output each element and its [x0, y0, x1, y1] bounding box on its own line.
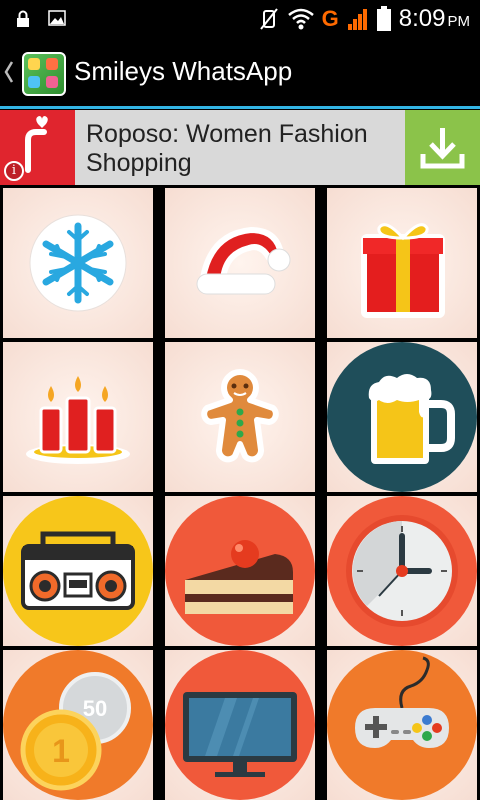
- vibrate-muted-icon: [259, 8, 278, 30]
- signal-icon: [347, 9, 367, 30]
- app-logo-icon[interactable]: [22, 52, 66, 96]
- lock-icon: [17, 10, 29, 27]
- beer-mug-icon: [327, 342, 477, 492]
- tv-monitor-icon: [165, 650, 315, 800]
- network-type-label: G: [321, 6, 339, 31]
- grid-item-game-controller[interactable]: [327, 650, 477, 800]
- boombox-icon: [3, 496, 153, 646]
- action-bar: Smileys WhatsApp: [0, 38, 480, 108]
- grid-item-beer[interactable]: [327, 342, 477, 492]
- download-icon: [420, 128, 465, 169]
- grid-item-cake[interactable]: [165, 496, 315, 646]
- clock-icon: [327, 496, 477, 646]
- candles-icon: [26, 376, 130, 464]
- grid-item-snowflake[interactable]: [3, 188, 153, 338]
- page-title: Smileys WhatsApp: [74, 56, 293, 86]
- ad-title[interactable]: Roposo: Women Fashion Shopping: [86, 120, 396, 178]
- action-bar-divider: [0, 106, 480, 109]
- cake-slice-icon: [165, 496, 315, 646]
- grid-item-clock[interactable]: [327, 496, 477, 646]
- coins-icon: 50 1: [3, 650, 153, 800]
- coin-front-label: 1: [52, 733, 70, 769]
- wifi-icon: [287, 8, 314, 30]
- grid-item-tv[interactable]: [165, 650, 315, 800]
- ad-banner[interactable]: i Roposo: Women Fashion Shopping: [0, 110, 480, 185]
- clock-time: 8:09 PM: [398, 5, 470, 32]
- ad-info-icon[interactable]: i: [4, 161, 24, 181]
- status-bar: G 8:09 PM: [0, 0, 480, 38]
- image-icon: [48, 10, 66, 26]
- download-button[interactable]: [405, 110, 480, 185]
- grid-item-boombox[interactable]: [3, 496, 153, 646]
- snowflake-icon: [29, 214, 127, 312]
- roposo-logo-icon[interactable]: i: [0, 110, 75, 185]
- gingerbread-man-icon: [201, 369, 279, 463]
- grid-item-candles[interactable]: [3, 342, 153, 492]
- gift-box-icon: [361, 223, 445, 318]
- sticker-grid: 50 1: [0, 185, 480, 800]
- coin-back-label: 50: [83, 696, 107, 721]
- grid-item-gingerbread[interactable]: [165, 342, 315, 492]
- game-controller-icon: [327, 650, 477, 800]
- back-chevron-icon[interactable]: [4, 58, 14, 91]
- santa-hat-icon: [196, 227, 291, 295]
- battery-icon: [376, 6, 391, 31]
- grid-item-gift[interactable]: [327, 188, 477, 338]
- grid-item-santa-hat[interactable]: [165, 188, 315, 338]
- grid-item-coins[interactable]: 50 1: [3, 650, 153, 800]
